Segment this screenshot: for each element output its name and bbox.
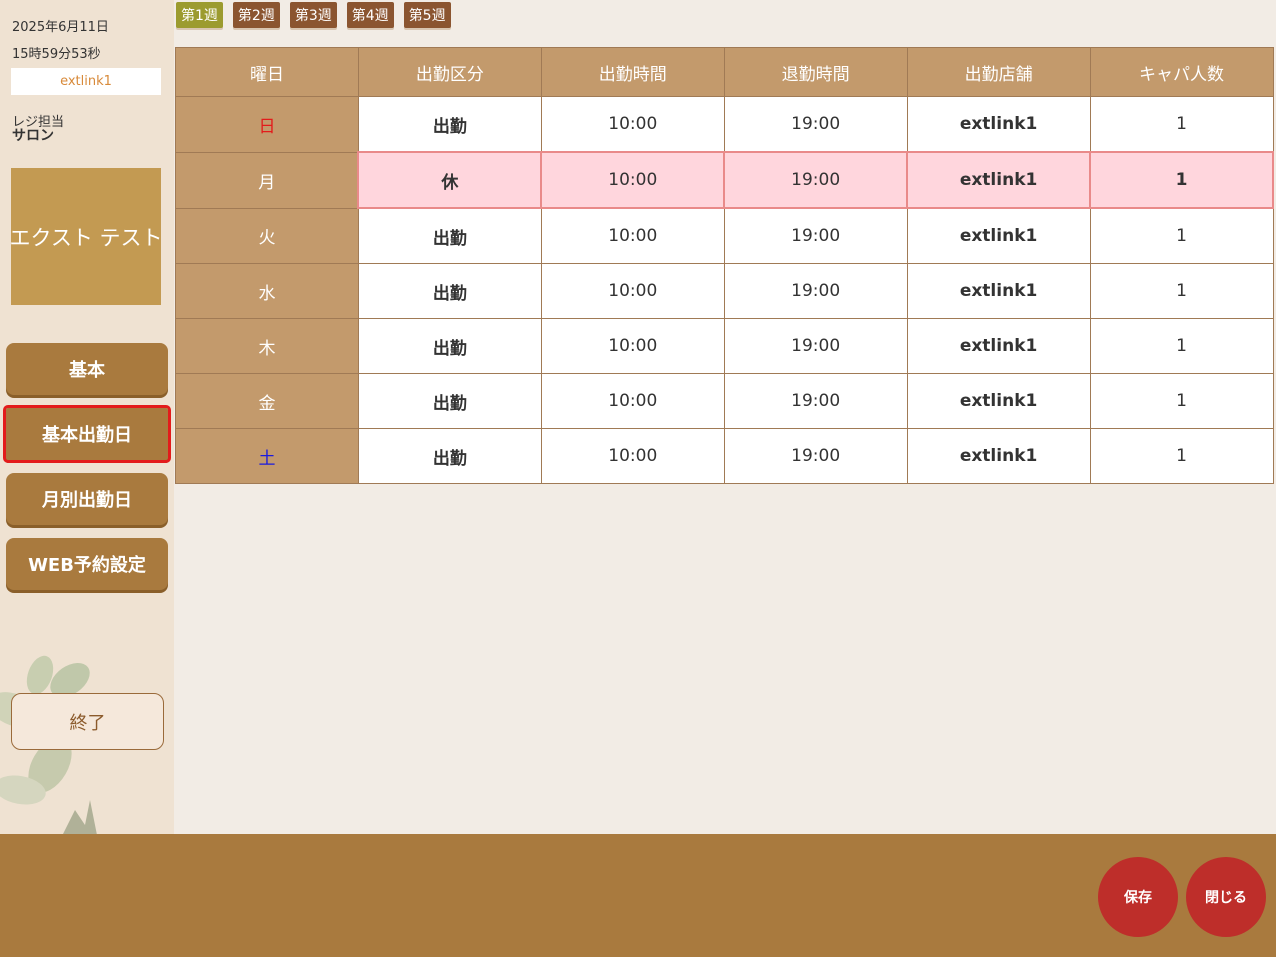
staff-name-card: エクスト テスト xyxy=(11,168,161,305)
start-time-cell[interactable]: 10:00 xyxy=(540,151,726,209)
save-button[interactable]: 保存 xyxy=(1098,857,1178,937)
weekday-cell: 木 xyxy=(175,318,359,374)
end-time-cell[interactable]: 19:00 xyxy=(723,96,908,153)
table-row: 月 休 10:00 19:00 extlink1 1 xyxy=(175,151,1274,209)
store-cell[interactable]: extlink1 xyxy=(906,428,1091,484)
capacity-cell[interactable]: 1 xyxy=(1089,207,1274,264)
weekday-cell: 月 xyxy=(175,151,359,209)
week-tab-2[interactable]: 第2週 xyxy=(232,2,280,28)
capacity-cell[interactable]: 1 xyxy=(1089,318,1274,374)
header-end-time: 退勤時間 xyxy=(723,47,908,97)
weekday-cell: 水 xyxy=(175,263,359,319)
attendance-type-cell[interactable]: 出勤 xyxy=(357,428,542,484)
sidebar: 2025年6月11日 15時59分53秒 extlink1 レジ担当 サロン エ… xyxy=(0,0,174,834)
week-tab-5[interactable]: 第5週 xyxy=(403,2,451,28)
week-tabs: 第1週 第2週 第3週 第4週 第5週 xyxy=(176,2,451,28)
attendance-type-cell[interactable]: 出勤 xyxy=(357,373,542,429)
table-row: 日 出勤 10:00 19:00 extlink1 1 xyxy=(175,96,1274,153)
week-tab-4[interactable]: 第4週 xyxy=(346,2,394,28)
table-row: 水 出勤 10:00 19:00 extlink1 1 xyxy=(175,263,1274,319)
header-capacity: キャパ人数 xyxy=(1089,47,1274,97)
table-row: 木 出勤 10:00 19:00 extlink1 1 xyxy=(175,318,1274,374)
start-time-cell[interactable]: 10:00 xyxy=(540,207,725,264)
header-weekday: 曜日 xyxy=(175,47,359,97)
store-name: extlink1 xyxy=(11,68,161,95)
menu-web-reservation-button[interactable]: WEB予約設定 xyxy=(6,538,168,590)
current-date: 2025年6月11日 xyxy=(12,20,109,35)
table-row: 土 出勤 10:00 19:00 extlink1 1 xyxy=(175,428,1274,484)
end-time-cell[interactable]: 19:00 xyxy=(723,318,908,374)
table-header-row: 曜日 出勤区分 出勤時間 退勤時間 出勤店舗 キャパ人数 xyxy=(175,47,1274,97)
end-time-cell[interactable]: 19:00 xyxy=(723,151,909,209)
close-button[interactable]: 閉じる xyxy=(1186,857,1266,937)
end-time-cell[interactable]: 19:00 xyxy=(723,207,908,264)
attendance-type-cell[interactable]: 出勤 xyxy=(357,318,542,374)
start-time-cell[interactable]: 10:00 xyxy=(540,428,725,484)
footer-bar: 保存 閉じる xyxy=(0,834,1276,957)
store-cell[interactable]: extlink1 xyxy=(906,373,1091,429)
start-time-cell[interactable]: 10:00 xyxy=(540,318,725,374)
week-tab-3[interactable]: 第3週 xyxy=(289,2,337,28)
capacity-cell[interactable]: 1 xyxy=(1089,373,1274,429)
table-row: 火 出勤 10:00 19:00 extlink1 1 xyxy=(175,207,1274,264)
weekday-cell: 火 xyxy=(175,207,359,264)
weekday-cell: 金 xyxy=(175,373,359,429)
current-time: 15時59分53秒 xyxy=(12,47,101,62)
store-cell[interactable]: extlink1 xyxy=(906,207,1091,264)
attendance-type-cell[interactable]: 出勤 xyxy=(357,263,542,319)
weekday-cell: 土 xyxy=(175,428,359,484)
menu-basic-button[interactable]: 基本 xyxy=(6,343,168,395)
table-row: 金 出勤 10:00 19:00 extlink1 1 xyxy=(175,373,1274,429)
menu-basic-attendance-button[interactable]: 基本出勤日 xyxy=(3,405,171,463)
week-tab-1[interactable]: 第1週 xyxy=(176,2,223,28)
store-cell[interactable]: extlink1 xyxy=(906,151,1092,209)
exit-button[interactable]: 終了 xyxy=(11,693,164,750)
weekday-cell: 日 xyxy=(175,96,359,153)
start-time-cell[interactable]: 10:00 xyxy=(540,373,725,429)
weekly-schedule-table: 曜日 出勤区分 出勤時間 退勤時間 出勤店舗 キャパ人数 日 出勤 10:00 … xyxy=(175,47,1274,484)
end-time-cell[interactable]: 19:00 xyxy=(723,373,908,429)
attendance-type-cell[interactable]: 出勤 xyxy=(357,96,542,153)
attendance-type-cell[interactable]: 休 xyxy=(357,151,543,209)
store-cell[interactable]: extlink1 xyxy=(906,263,1091,319)
header-attendance-type: 出勤区分 xyxy=(357,47,542,97)
attendance-type-cell[interactable]: 出勤 xyxy=(357,207,542,264)
start-time-cell[interactable]: 10:00 xyxy=(540,96,725,153)
menu-monthly-attendance-button[interactable]: 月別出勤日 xyxy=(6,473,168,525)
end-time-cell[interactable]: 19:00 xyxy=(723,428,908,484)
capacity-cell[interactable]: 1 xyxy=(1089,151,1274,209)
capacity-cell[interactable]: 1 xyxy=(1089,428,1274,484)
store-cell[interactable]: extlink1 xyxy=(906,318,1091,374)
start-time-cell[interactable]: 10:00 xyxy=(540,263,725,319)
header-store: 出勤店舗 xyxy=(906,47,1091,97)
header-start-time: 出勤時間 xyxy=(540,47,725,97)
capacity-cell[interactable]: 1 xyxy=(1089,96,1274,153)
role-value: サロン xyxy=(12,128,54,144)
capacity-cell[interactable]: 1 xyxy=(1089,263,1274,319)
store-cell[interactable]: extlink1 xyxy=(906,96,1091,153)
end-time-cell[interactable]: 19:00 xyxy=(723,263,908,319)
